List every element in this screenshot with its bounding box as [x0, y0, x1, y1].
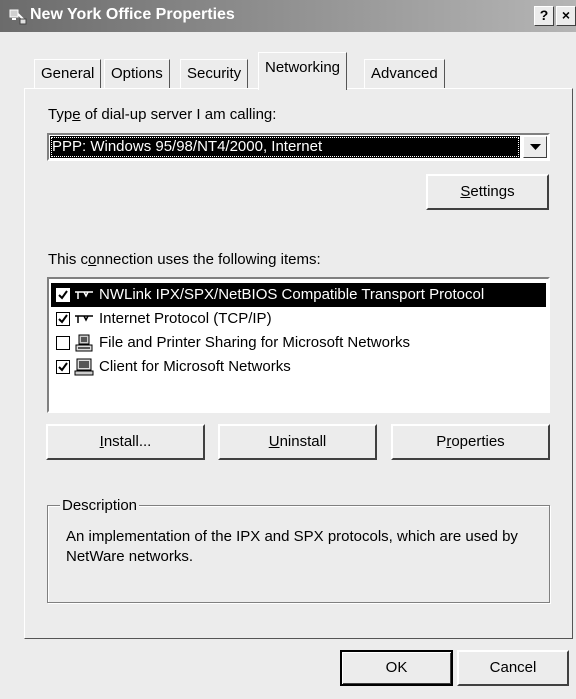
- server-type-value: PPP: Windows 95/98/NT4/2000, Internet: [50, 136, 520, 158]
- description-text: An implementation of the IPX and SPX pro…: [66, 528, 518, 565]
- ok-button[interactable]: OK: [340, 650, 453, 686]
- item-checkbox[interactable]: [56, 312, 70, 326]
- item-checkbox[interactable]: [56, 336, 70, 350]
- protocol-icon: [75, 291, 93, 299]
- chevron-down-icon: [530, 144, 541, 150]
- window-title: New York Office Properties: [30, 6, 235, 23]
- item-checkbox[interactable]: [56, 288, 70, 302]
- list-item[interactable]: File and Printer Sharing for Microsoft N…: [51, 331, 546, 355]
- uninstall-button[interactable]: Uninstall: [218, 424, 377, 460]
- dropdown-button[interactable]: [523, 136, 547, 158]
- settings-button[interactable]: Settings: [426, 174, 549, 210]
- properties-button[interactable]: Properties: [391, 424, 550, 460]
- tab-security[interactable]: Security: [180, 59, 249, 89]
- network-connection-icon: [9, 9, 27, 25]
- protocol-icon: [75, 315, 93, 323]
- list-item[interactable]: Internet Protocol (TCP/IP): [51, 307, 546, 331]
- properties-dialog: New York Office Properties ? × General O…: [0, 0, 576, 699]
- help-button[interactable]: ?: [534, 6, 554, 26]
- item-label: Internet Protocol (TCP/IP): [99, 310, 272, 327]
- item-label: Client for Microsoft Networks: [99, 358, 291, 375]
- checkmark-icon: [58, 290, 68, 300]
- title-bar[interactable]: New York Office Properties ? ×: [0, 0, 576, 32]
- service-computer-icon: [75, 334, 93, 352]
- list-item[interactable]: Client for Microsoft Networks: [51, 355, 546, 379]
- server-type-label: Type of dial-up server I am calling:: [48, 106, 277, 123]
- checkmark-icon: [58, 314, 68, 324]
- tab-options[interactable]: Options: [104, 59, 170, 89]
- checkmark-icon: [58, 362, 68, 372]
- install-button[interactable]: Install...: [46, 424, 205, 460]
- close-button[interactable]: ×: [556, 6, 576, 26]
- tab-general[interactable]: General: [34, 59, 102, 89]
- item-checkbox[interactable]: [56, 360, 70, 374]
- items-label: This connection uses the following items…: [48, 251, 321, 268]
- item-label: File and Printer Sharing for Microsoft N…: [99, 334, 410, 351]
- description-legend: Description: [60, 497, 140, 514]
- components-list[interactable]: NWLink IPX/SPX/NetBIOS Compatible Transp…: [47, 277, 550, 413]
- tab-advanced[interactable]: Advanced: [364, 59, 445, 89]
- tab-networking[interactable]: Networking: [258, 52, 348, 90]
- list-item[interactable]: NWLink IPX/SPX/NetBIOS Compatible Transp…: [51, 283, 546, 307]
- item-label: NWLink IPX/SPX/NetBIOS Compatible Transp…: [99, 286, 485, 303]
- client-computer-icon: [74, 358, 94, 376]
- server-type-select[interactable]: PPP: Windows 95/98/NT4/2000, Internet: [47, 133, 550, 161]
- cancel-button[interactable]: Cancel: [457, 650, 569, 686]
